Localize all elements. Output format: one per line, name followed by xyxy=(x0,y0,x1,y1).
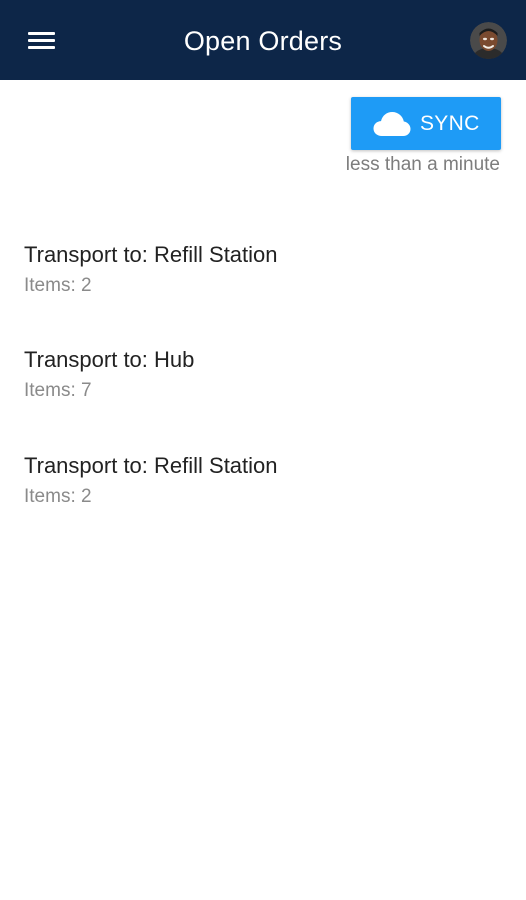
order-destination: Transport to: Refill Station xyxy=(24,242,278,267)
order-destination: Transport to: Hub xyxy=(24,347,195,372)
cloud-icon xyxy=(373,112,411,136)
order-item[interactable]: Transport to: Hub Items: 7 xyxy=(0,346,526,426)
order-destination: Transport to: Refill Station xyxy=(24,453,278,478)
app-screen: Open Orders SYNC less than a minute Tran… xyxy=(0,0,526,900)
avatar-image xyxy=(470,22,507,59)
order-item-count: Items: 2 xyxy=(24,486,92,507)
order-item[interactable]: Transport to: Refill Station Items: 2 xyxy=(0,241,526,321)
user-avatar[interactable] xyxy=(470,22,507,59)
page-title: Open Orders xyxy=(183,26,343,56)
last-sync-status: less than a minute xyxy=(345,154,500,175)
order-item[interactable]: Transport to: Refill Station Items: 2 xyxy=(0,452,526,532)
app-bar: Open Orders xyxy=(0,0,526,80)
sync-button[interactable]: SYNC xyxy=(351,97,501,150)
order-item-count: Items: 2 xyxy=(24,275,92,296)
order-item-count: Items: 7 xyxy=(24,380,92,401)
sync-button-label: SYNC xyxy=(420,112,480,135)
